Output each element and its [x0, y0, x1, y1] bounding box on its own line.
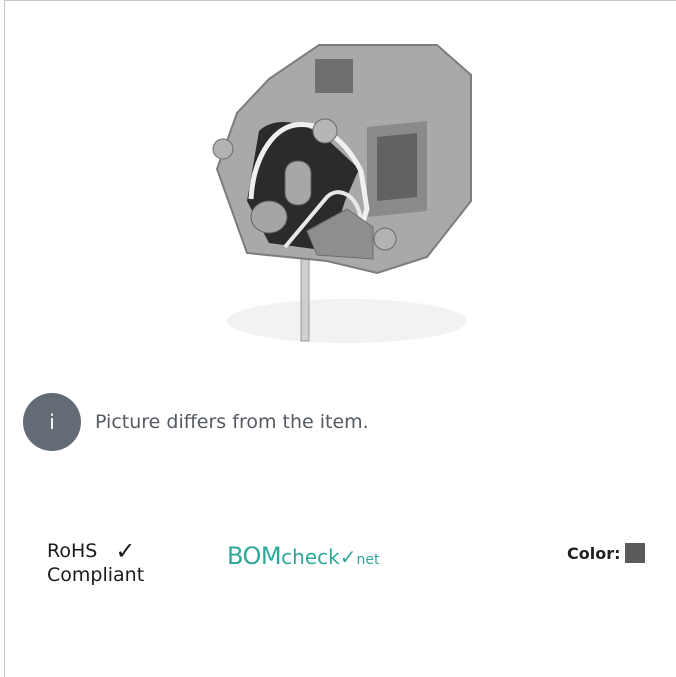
- bomcheck-check: check: [281, 545, 340, 569]
- check-icon: ✓: [115, 537, 136, 565]
- rohs-label: RoHS: [47, 540, 98, 562]
- color-indicator: Color:: [567, 543, 645, 563]
- color-label: Color:: [567, 543, 621, 563]
- rohs-compliant-label: Compliant: [47, 564, 145, 586]
- bomcheck-logo[interactable]: BOMcheck✓net: [227, 542, 379, 570]
- image-disclaimer: i Picture differs from the item.: [23, 393, 369, 451]
- info-icon: i: [23, 393, 81, 451]
- terminal-block-image: [177, 21, 513, 385]
- color-swatch: [624, 543, 645, 563]
- bomcheck-net: net: [356, 552, 380, 568]
- bomcheck-bom: BOM: [227, 542, 282, 570]
- product-card: i Picture differs from the item. RoHS ✓ …: [4, 0, 676, 677]
- bomcheck-tick-icon: ✓: [339, 545, 357, 569]
- disclaimer-text: Picture differs from the item.: [95, 411, 369, 433]
- rohs-badge: RoHS ✓ Compliant: [47, 539, 187, 587]
